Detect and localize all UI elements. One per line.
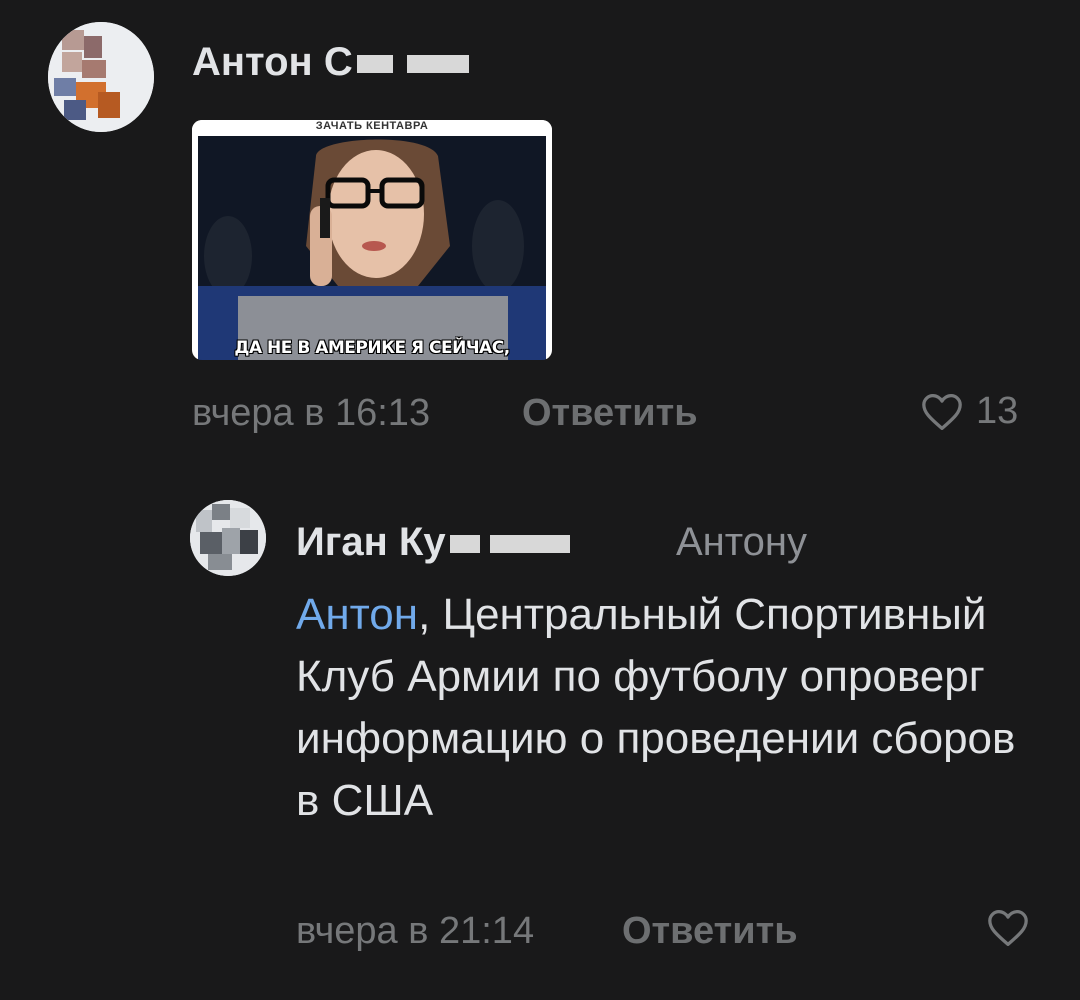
comment-author[interactable]: Антон С [192,40,469,85]
meme-top-text: ЗАЧАТЬ КЕНТАВРА [192,120,552,136]
reply-button[interactable]: Ответить [522,392,698,435]
redacted-name-block [356,55,393,74]
meme-photo: ДА НЕ В АМЕРИКЕ Я СЕЙЧАС, [198,136,546,360]
like-count: 13 [976,390,1019,432]
redacted-name-block [449,535,480,554]
meme-caption: ДА НЕ В АМЕРИКЕ Я СЕЙЧАС, [234,338,510,358]
mention-link[interactable]: Антон [296,590,418,639]
reply-button[interactable]: Ответить [622,910,798,953]
meme-image[interactable]: ЗАЧАТЬ КЕНТАВРА ДА НЕ В АМЕРИКЕ Я СЕЙЧАС… [192,120,552,360]
comment-timestamp: вчера в 16:13 [192,392,431,434]
redacted-name-block [406,55,469,74]
comments-thread: Антон С ЗАЧАТЬ КЕНТАВРА ДА НЕ В АМЕРИКЕ … [0,0,1080,1000]
comment-text: Антон, Центральный Спортивный Клуб Армии… [296,584,1016,832]
heart-outline-icon [920,392,964,432]
comment-author[interactable]: Иган Ку [296,520,570,565]
like-button[interactable] [986,908,1030,948]
reply-to-label[interactable]: Антону [676,520,807,565]
avatar[interactable] [190,500,266,576]
like-button[interactable]: 13 [920,390,1018,433]
avatar[interactable] [48,22,154,132]
heart-outline-icon [986,908,1030,948]
redacted-name-block [489,535,570,554]
comment-timestamp: вчера в 21:14 [296,910,535,952]
